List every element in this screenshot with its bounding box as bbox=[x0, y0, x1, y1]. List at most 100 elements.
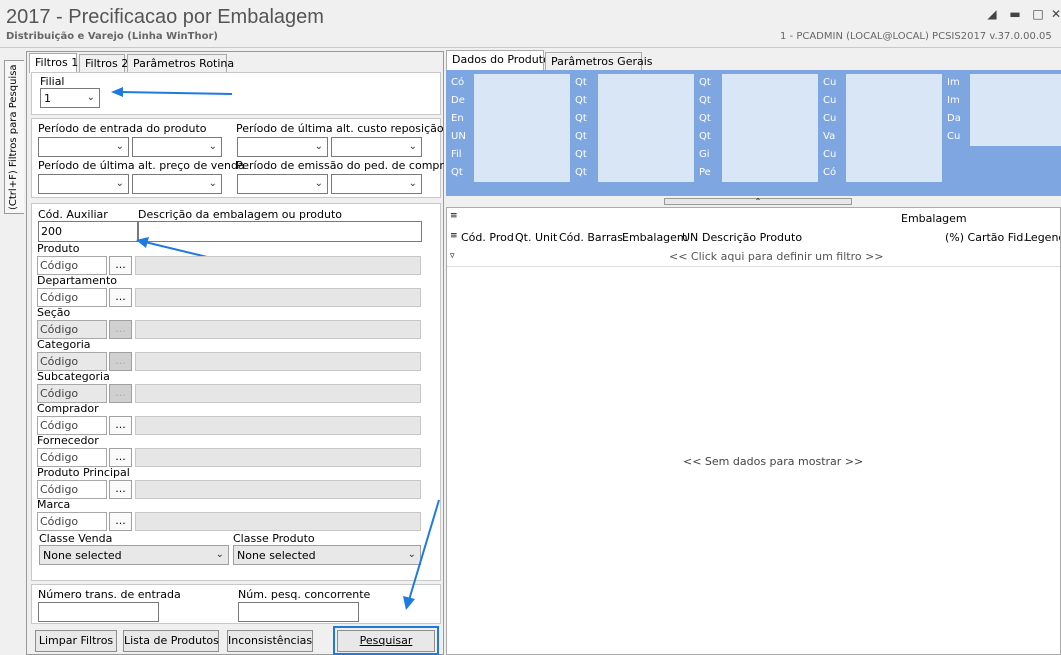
num-pesq-label: Núm. pesq. concorrente bbox=[238, 588, 371, 601]
periodo-custo-start[interactable]: ⌄ bbox=[237, 137, 328, 157]
filter-label: Marca bbox=[37, 498, 71, 511]
maximize-icon[interactable]: □ bbox=[1031, 8, 1045, 20]
lookup-button[interactable]: ... bbox=[109, 480, 132, 499]
codigo-input[interactable]: Código bbox=[37, 320, 107, 339]
col-cod-barras[interactable]: Cód. Barras bbox=[559, 231, 623, 244]
product-field-label: Qt bbox=[696, 92, 722, 110]
side-tab-label: (Ctrl+F) Filtros para Pesquisa bbox=[8, 64, 19, 210]
chevron-down-icon: ⌄ bbox=[115, 178, 124, 189]
window-subtitle: Distribuição e Varejo (Linha WinThor) bbox=[6, 31, 218, 42]
col-cod-prod[interactable]: Cód. Prod bbox=[461, 231, 514, 244]
periodo-entrada-start[interactable]: ⌄ bbox=[38, 137, 129, 157]
splitter-handle[interactable]: ⌃ bbox=[664, 198, 852, 206]
codigo-input[interactable]: Código bbox=[37, 416, 107, 435]
lookup-button[interactable]: ... bbox=[109, 512, 132, 531]
side-tab-filters[interactable]: (Ctrl+F) Filtros para Pesquisa bbox=[4, 60, 24, 214]
filter-label: Produto Principal bbox=[37, 466, 130, 479]
description-display bbox=[135, 256, 421, 275]
tab-parametros-gerais[interactable]: Parâmetros Gerais bbox=[545, 52, 653, 70]
lookup-button[interactable]: ... bbox=[109, 448, 132, 467]
col-un[interactable]: UN bbox=[682, 231, 698, 244]
filter-label: Departamento bbox=[37, 274, 118, 287]
filter-icon[interactable]: ▿ bbox=[450, 251, 455, 261]
lookup-button[interactable]: ... bbox=[109, 288, 132, 307]
lookup-button[interactable]: ... bbox=[109, 416, 132, 435]
classe-produto-value: None selected bbox=[237, 549, 316, 562]
codigo-input[interactable]: Código bbox=[37, 256, 107, 275]
tab-filtros-1[interactable]: Filtros 1 bbox=[29, 53, 78, 73]
tab-parametros-rotina[interactable]: Parâmetros Rotina bbox=[127, 54, 234, 72]
codigo-input[interactable]: Código bbox=[37, 352, 107, 371]
lookup-button[interactable]: ... bbox=[109, 352, 132, 371]
codigo-placeholder: Código bbox=[40, 419, 79, 432]
product-field-label: Cu bbox=[944, 128, 970, 146]
codigo-input[interactable]: Código bbox=[37, 384, 107, 403]
periodo-preco-label: Período de última alt. preço de venda bbox=[38, 159, 245, 172]
codigo-input[interactable]: Código bbox=[37, 480, 107, 499]
col-legenda[interactable]: Legenda bbox=[1025, 231, 1060, 244]
grid-menu-icon[interactable]: ≡ bbox=[450, 211, 458, 221]
periodo-emissao-end[interactable]: ⌄ bbox=[331, 174, 422, 194]
transaction-group: Número trans. de entrada Núm. pesq. conc… bbox=[31, 584, 441, 624]
col-embalagem[interactable]: Embalagem bbox=[622, 231, 688, 244]
periodo-preco-start[interactable]: ⌄ bbox=[38, 174, 129, 194]
num-trans-input[interactable] bbox=[38, 602, 159, 622]
codigo-input[interactable]: Código bbox=[37, 448, 107, 467]
cod-auxiliar-input[interactable]: 200 bbox=[38, 221, 138, 242]
product-field-label: Im bbox=[944, 92, 970, 110]
codigo-input[interactable]: Código bbox=[37, 288, 107, 307]
filter-label: Seção bbox=[37, 306, 71, 319]
lista-produtos-button[interactable]: Lista de Produtos bbox=[123, 630, 219, 652]
results-grid: ≡ Embalagem ≡ Cód. Prod Qt. Unit Cód. Ba… bbox=[446, 207, 1061, 655]
product-field-label: Va bbox=[820, 128, 846, 146]
codigo-placeholder: Código bbox=[40, 387, 79, 400]
product-field-label: Qt bbox=[448, 164, 474, 182]
description-display bbox=[135, 480, 421, 499]
inconsistencias-button[interactable]: Inconsistências bbox=[227, 630, 313, 652]
chevron-down-icon: ⌄ bbox=[314, 178, 323, 189]
col-descricao[interactable]: Descrição Produto bbox=[702, 231, 802, 244]
lookup-button[interactable]: ... bbox=[109, 256, 132, 275]
chevron-down-icon: ⌄ bbox=[314, 141, 323, 152]
tab-filtros-2[interactable]: Filtros 2 bbox=[79, 54, 128, 72]
pesquisar-button[interactable]: Pesquisar bbox=[337, 630, 435, 652]
codigo-placeholder: Código bbox=[40, 515, 79, 528]
product-field-label: De bbox=[448, 92, 474, 110]
codigo-placeholder: Código bbox=[40, 355, 79, 368]
column-chooser-icon[interactable]: ≡ bbox=[450, 231, 458, 241]
classe-venda-select[interactable]: None selected ⌄ bbox=[39, 545, 229, 565]
periodo-custo-end[interactable]: ⌄ bbox=[331, 137, 422, 157]
description-display bbox=[135, 512, 421, 531]
periodo-emissao-start[interactable]: ⌄ bbox=[237, 174, 328, 194]
filter-row[interactable]: << Click aqui para definir um filtro >> bbox=[669, 250, 884, 263]
num-pesq-input[interactable] bbox=[238, 602, 359, 622]
codigo-placeholder: Código bbox=[40, 259, 79, 272]
close-icon[interactable]: ✕ bbox=[1051, 8, 1061, 20]
filial-select[interactable]: 1 ⌄ bbox=[40, 88, 100, 108]
filters-panel: Filtros 1 Filtros 2 Parâmetros Rotina Fi… bbox=[26, 51, 451, 655]
filial-value: 1 bbox=[44, 92, 51, 105]
description-display bbox=[135, 320, 421, 339]
limpar-filtros-button[interactable]: Limpar Filtros bbox=[35, 630, 117, 652]
periodo-entrada-end[interactable]: ⌄ bbox=[132, 137, 222, 157]
classe-venda-value: None selected bbox=[43, 549, 122, 562]
periodo-preco-end[interactable]: ⌄ bbox=[132, 174, 222, 194]
period-group: Período de entrada do produto Período de… bbox=[31, 118, 451, 198]
description-display bbox=[135, 384, 421, 403]
col-cartao-fid[interactable]: (%) Cartão Fid. bbox=[945, 231, 1027, 244]
restore-icon[interactable]: ◢ bbox=[985, 8, 999, 20]
lookup-button[interactable]: ... bbox=[109, 320, 132, 339]
tab-dados-produto[interactable]: Dados do Produto bbox=[446, 50, 550, 70]
codigo-placeholder: Código bbox=[40, 451, 79, 464]
classe-venda-label: Classe Venda bbox=[39, 532, 113, 545]
lookup-button[interactable]: ... bbox=[109, 384, 132, 403]
description-display bbox=[135, 448, 421, 467]
filter-label: Subcategoria bbox=[37, 370, 110, 383]
descricao-label: Descrição da embalagem ou produto bbox=[138, 208, 342, 221]
classe-produto-select[interactable]: None selected ⌄ bbox=[233, 545, 421, 565]
codigo-placeholder: Código bbox=[40, 483, 79, 496]
codigo-input[interactable]: Código bbox=[37, 512, 107, 531]
minimize-icon[interactable]: ▬ bbox=[1008, 8, 1022, 20]
col-qt-unit[interactable]: Qt. Unit bbox=[515, 231, 557, 244]
product-field-label: Fil bbox=[448, 146, 474, 164]
